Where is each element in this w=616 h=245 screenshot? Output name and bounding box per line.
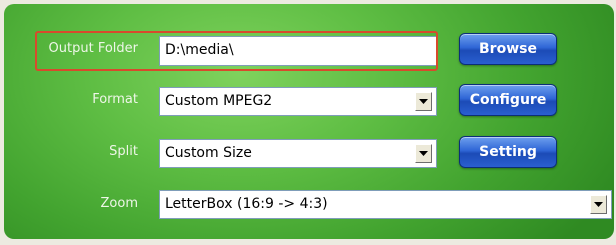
output-settings-window: Output Folder D:\media\ Format Custom MP… (0, 0, 616, 245)
zoom-select-value: LetterBox (16:9 -> 4:3) (165, 196, 328, 212)
split-select-value: Custom Size (165, 145, 252, 161)
configure-button[interactable]: Configure (459, 84, 557, 116)
split-label: Split (109, 144, 138, 159)
format-select-value: Custom MPEG2 (165, 93, 273, 109)
setting-button[interactable]: Setting (459, 136, 557, 168)
zoom-select[interactable]: LetterBox (16:9 -> 4:3) (159, 190, 612, 219)
zoom-label: Zoom (100, 196, 138, 211)
chevron-down-icon[interactable] (415, 144, 432, 163)
chevron-down-icon[interactable] (590, 195, 607, 214)
split-select[interactable]: Custom Size (159, 139, 437, 168)
browse-button[interactable]: Browse (459, 33, 557, 65)
chevron-down-icon[interactable] (415, 92, 432, 111)
output-folder-highlight (35, 31, 438, 71)
format-select[interactable]: Custom MPEG2 (159, 87, 437, 116)
format-label: Format (92, 92, 138, 107)
